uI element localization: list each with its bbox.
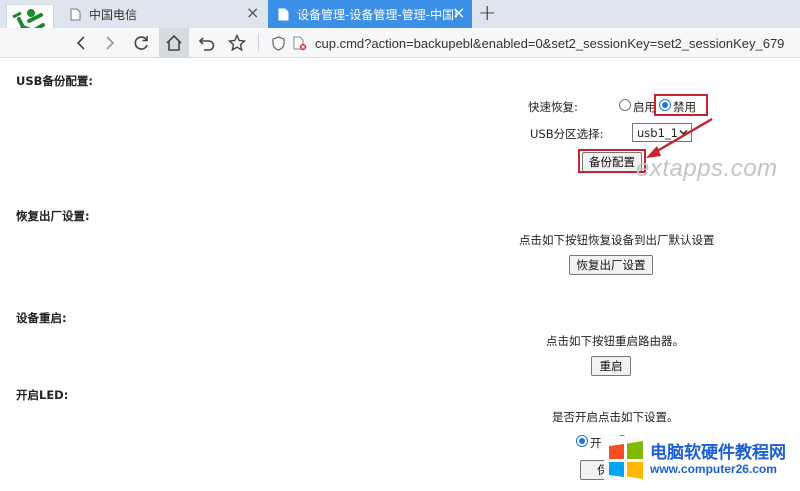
close-tab-icon[interactable]: × [452,3,465,22]
led-description: 是否开启点击如下设置。 [552,410,679,424]
page-icon [278,8,289,21]
tab-china-telecom[interactable]: 中国电信 × [70,0,266,28]
enable-radio-label: 启用 [633,100,656,114]
star-icon [228,34,246,52]
url-text: cup.cmd?action=backupebl&enabled=0&set2_… [315,35,785,51]
usb-backup-title: USB备份配置: [16,74,93,88]
reboot-title: 设备重启: [16,311,67,325]
home-button[interactable] [159,28,189,58]
factory-reset-title: 恢复出厂设置: [16,209,90,223]
windows-logo-icon [609,441,643,479]
reload-button[interactable] [126,28,156,58]
forward-button[interactable] [95,28,125,58]
reboot-description: 点击如下按钮重启路由器。 [546,334,684,348]
reboot-button[interactable]: 重启 [591,356,631,376]
close-tab-icon[interactable]: × [246,3,259,22]
forward-icon [106,36,115,50]
brand-watermark: 电脑软硬件教程网 www.computer26.com [604,436,800,491]
shield-icon [272,35,285,51]
led-title: 开启LED: [16,388,69,402]
page-icon [70,8,81,21]
favorite-button[interactable] [222,28,252,58]
partition-label: USB分区选择: [530,127,604,141]
tab-label: 设备管理-设备管理-管理-中国电 [297,7,457,22]
undo-close-button[interactable] [192,28,222,58]
insecure-page-icon [293,36,307,50]
brand-name: 电脑软硬件教程网 [650,443,786,463]
tab-label: 中国电信 [89,7,138,22]
watermark: extapps.com [636,155,778,182]
home-icon [166,34,182,51]
factory-reset-button[interactable]: 恢复出厂设置 [569,255,653,275]
back-icon [76,36,85,50]
back-button[interactable] [66,28,96,58]
tab-device-management[interactable]: 设备管理-设备管理-管理-中国电 × [268,0,472,28]
reload-icon [134,36,148,50]
factory-reset-description: 点击如下按钮恢复设备到出厂默认设置 [519,233,715,247]
new-tab-button[interactable]: + [478,1,496,26]
fast-restore-label: 快速恢复: [528,100,578,114]
address-bar[interactable]: cup.cmd?action=backupebl&enabled=0&set2_… [264,28,800,58]
led-on-label: 开 [590,436,602,450]
brand-url: www.computer26.com [650,462,777,476]
toolbar-divider [258,34,259,52]
led-on-radio[interactable] [576,435,588,447]
disable-highlight-box [654,94,708,116]
undo-icon [198,37,215,51]
enable-radio[interactable] [619,99,631,111]
